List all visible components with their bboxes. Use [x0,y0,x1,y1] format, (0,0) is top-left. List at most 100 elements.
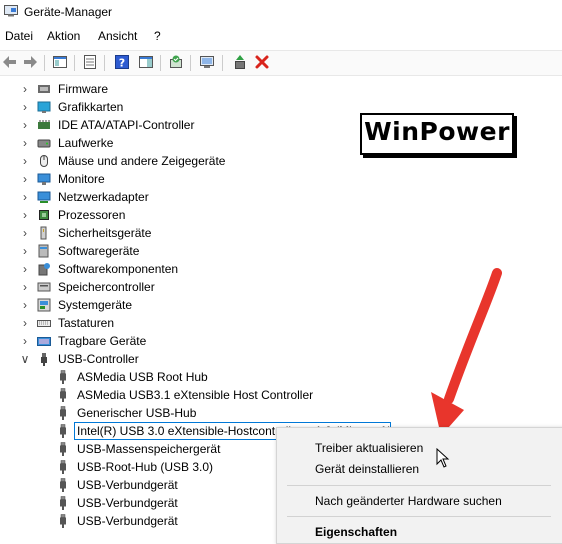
tree-category-row[interactable]: › Tragbare Geräte [0,332,360,350]
tree-category-row[interactable]: › Grafikkarten [0,98,360,116]
tree-category-row[interactable]: › Systemgeräte [0,296,360,314]
winpower-logo: WinPower [360,113,514,155]
tree-category-row[interactable]: › IDE ATA/ATAPI-Controller [0,116,360,134]
mouse-cursor-icon [436,448,450,468]
usb-device-icon [60,478,66,492]
collapsed-chevron-icon[interactable]: › [20,278,30,296]
menu-item-scan-hardware[interactable]: Nach geänderter Hardware suchen [315,494,502,508]
enable-device-icon[interactable] [232,54,248,70]
tree-usb-device-row[interactable]: ASMedia USB Root Hub [0,368,420,386]
tree-usb-device-label: USB-Verbundgerät [77,514,178,528]
properties-icon[interactable] [82,54,98,70]
security-device-icon [40,226,47,240]
usb-device-icon [60,460,66,474]
winpower-logo-text: WinPower [364,117,510,146]
forward-icon[interactable] [22,54,38,70]
collapsed-chevron-icon[interactable]: › [20,98,30,116]
collapsed-chevron-icon[interactable]: › [20,332,30,350]
tree-category-label: Mäuse und andere Zeigegeräte [58,154,226,168]
ide-controller-icon [38,120,50,129]
collapsed-chevron-icon[interactable]: › [20,170,30,188]
tree-category-row[interactable]: › Softwarekomponenten [0,260,360,278]
collapsed-chevron-icon[interactable]: › [20,134,30,152]
toolbar-separator [104,55,105,71]
tree-category-row[interactable]: › Tastaturen [0,314,360,332]
tree-category-label: Speichercontroller [58,280,155,294]
tree-usb-device-row[interactable]: ASMedia USB3.1 eXtensible Host Controlle… [0,386,420,404]
tree-category-label: Sicherheitsgeräte [58,226,152,240]
collapsed-chevron-icon[interactable]: › [20,152,30,170]
software-component-icon [38,263,50,276]
tree-category-row[interactable]: › Netzwerkadapter [0,188,360,206]
toolbar-separator [160,55,161,71]
tree-category-label: Tragbare Geräte [58,334,147,348]
tree-category-label: Tastaturen [58,316,115,330]
tree-category-row[interactable]: › Speichercontroller [0,278,360,296]
tree-category-row[interactable]: › Mäuse und andere Zeigegeräte [0,152,360,170]
menu-ansicht[interactable]: Ansicht [98,29,137,43]
scan-hardware-icon[interactable] [168,54,184,70]
tree-category-label: Laufwerke [58,136,114,150]
tree-category-row[interactable]: ∨ USB-Controller [0,350,360,368]
tree-category-row[interactable]: › Sicherheitsgeräte [0,224,360,242]
tree-usb-device-label: Generischer USB-Hub [77,406,197,420]
menu-separator [287,516,551,517]
tree-category-row[interactable]: › Softwaregeräte [0,242,360,260]
toolbar-separator [74,55,75,71]
tree-category-label: Grafikkarten [58,100,124,114]
collapsed-chevron-icon[interactable]: › [20,224,30,242]
menu-item-uninstall-device[interactable]: Gerät deinstallieren [315,462,419,476]
usb-device-icon [60,514,66,528]
collapsed-chevron-icon[interactable]: › [20,242,30,260]
tree-category-label: Softwaregeräte [58,244,140,258]
menu-separator [287,485,551,486]
usb-device-icon [60,370,66,384]
collapsed-chevron-icon[interactable]: › [20,206,30,224]
tree-usb-device-label: USB-Root-Hub (USB 3.0) [77,460,214,474]
collapsed-chevron-icon[interactable]: › [20,116,30,134]
software-device-icon [38,244,49,258]
tree-category-label: IDE ATA/ATAPI-Controller [58,118,195,132]
collapsed-chevron-icon[interactable]: › [20,80,30,98]
collapsed-chevron-icon[interactable]: › [20,188,30,206]
menu-help[interactable]: ? [154,29,161,43]
tree-category-row[interactable]: › Monitore [0,170,360,188]
usb-device-icon [60,424,66,438]
toolbar-separator [190,55,191,71]
mouse-icon [40,155,48,167]
context-menu: Treiber aktualisieren Gerät deinstallier… [276,427,562,544]
device-manager-app-icon [4,5,18,17]
tree-usb-device-label: USB-Verbundgerät [77,478,178,492]
back-icon[interactable] [2,54,18,70]
usb-device-icon [60,442,66,456]
processor-icon [39,210,49,220]
disk-drive-icon [37,139,51,148]
menu-item-properties[interactable]: Eigenschaften [315,525,397,539]
storage-controller-icon [37,282,51,292]
tree-category-row[interactable]: › Prozessoren [0,206,360,224]
expanded-chevron-icon[interactable]: ∨ [20,350,30,368]
help-icon[interactable]: ? [114,54,130,70]
tree-category-row[interactable]: › Laufwerke [0,134,360,152]
menu-aktion[interactable]: Aktion [47,29,80,43]
menu-item-update-driver[interactable]: Treiber aktualisieren [315,441,423,455]
system-device-icon [37,298,51,312]
collapsed-chevron-icon[interactable]: › [20,296,30,314]
tree-category-row[interactable]: › Firmware [0,80,360,98]
update-driver-icon[interactable] [199,54,215,70]
collapsed-chevron-icon[interactable]: › [20,314,30,332]
tree-usb-device-label: ASMedia USB3.1 eXtensible Host Controlle… [77,388,314,402]
network-adapter-icon [37,191,51,203]
show-hide-console-tree-icon[interactable] [52,54,68,70]
collapsed-chevron-icon[interactable]: › [20,260,30,278]
window-title: Geräte-Manager [24,5,113,19]
menu-datei[interactable]: Datei [5,29,33,43]
tree-usb-device-row[interactable]: Generischer USB-Hub [0,404,420,422]
portable-device-icon [37,337,51,346]
tree-usb-device-label: USB-Massenspeichergerät [77,442,221,456]
usb-controller-icon [41,353,47,366]
usb-device-icon [60,406,66,420]
firmware-icon [38,85,50,93]
action-pane-icon[interactable] [138,54,154,70]
uninstall-device-icon[interactable] [254,54,270,70]
